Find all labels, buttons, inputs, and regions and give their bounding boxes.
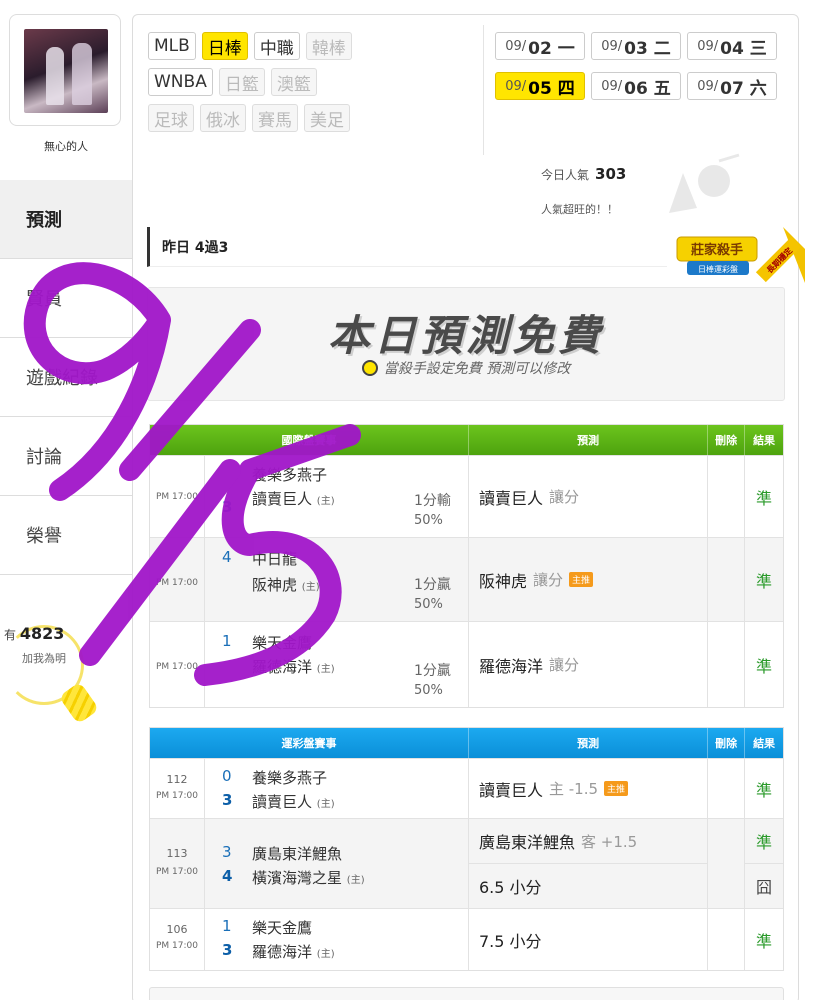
league-wnba[interactable]: WNBA — [148, 68, 213, 96]
league-jp-basketball[interactable]: 日籃 — [218, 68, 265, 96]
result: 準 — [756, 571, 773, 591]
star-decoration-icon — [669, 153, 740, 213]
result: 準 — [756, 780, 773, 800]
sidebar-item-honor[interactable]: 榮譽 — [0, 496, 132, 575]
avatar-image — [24, 29, 108, 113]
league-cpbl[interactable]: 中職 — [253, 32, 300, 60]
username[interactable]: 無心的人 — [0, 138, 132, 154]
table-header: 國際盤賽事 預測 刪除 結果 — [150, 425, 783, 455]
date-0907[interactable]: 09/07 六 — [687, 72, 777, 100]
side-menu: 預測 賢員 遊戲紀錄 討論 榮譽 — [0, 180, 132, 575]
badge-sub: 日棒運彩盤 — [698, 264, 738, 274]
date-0906[interactable]: 09/06 五 — [591, 72, 681, 100]
table-row[interactable]: 113 PM 17:00 3 4 廣島東洋鯉魚 橫濱海灣之星 (主) 廣島東洋鯉… — [150, 818, 783, 908]
delete-cell[interactable] — [708, 538, 746, 621]
popularity: 今日人氣 303 — [541, 165, 627, 183]
league-au-basketball[interactable]: 澳籃 — [270, 68, 317, 96]
league-selector: MLB 日棒 中職 韓棒 WNBA 日籃 澳籃 足球 俄冰 賽馬 美足 — [148, 32, 478, 140]
result: 準 — [756, 931, 773, 951]
sidebar-item-member[interactable]: 賢員 — [0, 259, 132, 338]
result: 準 — [756, 656, 773, 676]
avatar[interactable] — [9, 14, 121, 126]
lottery-table: 運彩盤賽事 預測 刪除 結果 112 PM 17:00 0 3 養樂多燕子 讀賣… — [149, 727, 784, 971]
result-split: 準 囧 — [745, 819, 783, 908]
table-row[interactable]: PM 17:00 1 樂天金鷹 羅德海洋 (主) 1分贏 50% 羅德海洋 讓分 準 — [150, 621, 783, 707]
table-header: 運彩盤賽事 預測 刪除 結果 — [150, 728, 783, 758]
free-prediction-banner: 本日預測免費 當殺手設定免費 預測可以修改 — [147, 287, 785, 401]
badge-title: 莊家殺手 — [691, 242, 743, 258]
date-0902[interactable]: 09/02 一 — [495, 32, 585, 60]
result: 準 — [756, 488, 773, 508]
main-panel: MLB 日棒 中職 韓棒 WNBA 日籃 澳籃 足球 俄冰 賽馬 美足 09/0… — [132, 14, 805, 1000]
sidebar: 無心的人 預測 賢員 遊戲紀錄 討論 榮譽 有 4823 加我為明 — [0, 0, 132, 1000]
delete-cell[interactable] — [708, 819, 746, 908]
league-horse-racing[interactable]: 賽馬 — [252, 104, 298, 132]
date-0903[interactable]: 09/03 二 — [591, 32, 681, 60]
sidebar-item-game-record[interactable]: 遊戲紀錄 — [0, 338, 132, 417]
date-0905[interactable]: 09/05 四 — [495, 72, 585, 100]
banner-title: 本日預測免費 — [327, 311, 604, 360]
league-kbo[interactable]: 韓棒 — [305, 32, 352, 60]
lightbulb-icon — [361, 360, 378, 376]
delete-cell[interactable] — [708, 456, 746, 537]
main-pick-tag: 主推 — [569, 572, 594, 587]
international-table: 國際盤賽事 預測 刪除 結果 PM 17:00 3 養樂多燕子 讀賣巨人 (主)… — [149, 424, 784, 708]
table-row[interactable]: PM 17:00 4 中日龍 阪神虎 (主) 1分贏 50% 阪神虎 讓分 主推 準 — [150, 537, 783, 621]
date-0904[interactable]: 09/04 三 — [687, 32, 777, 60]
delete-cell[interactable] — [708, 759, 746, 818]
league-soccer[interactable]: 足球 — [148, 104, 194, 132]
yesterday-record: 昨日 4過3 — [147, 227, 667, 267]
popularity-note: 人氣超旺的！！ — [541, 203, 618, 216]
table-row[interactable]: 112 PM 17:00 0 3 養樂多燕子 讀賣巨人 (主) 讀賣巨人主 -1… — [150, 758, 783, 818]
fans-widget[interactable]: 有 4823 加我為明 — [0, 610, 132, 725]
sidebar-item-predict[interactable]: 預測 — [0, 180, 132, 259]
delete-cell[interactable] — [708, 909, 746, 970]
league-russian-hockey[interactable]: 俄冰 — [200, 104, 246, 132]
delete-cell[interactable] — [708, 622, 746, 707]
fans-count: 有 4823 — [4, 624, 65, 643]
banner-subtitle: 當殺手設定免費 預測可以修改 — [148, 358, 784, 378]
sidebar-item-discussion[interactable]: 討論 — [0, 417, 132, 496]
main-pick-tag: 主推 — [604, 781, 629, 796]
fans-note: 加我為明 — [22, 652, 66, 665]
league-npb[interactable]: 日棒 — [201, 32, 248, 60]
bottom-panel — [149, 987, 784, 1000]
divider — [483, 25, 484, 155]
league-mlb[interactable]: MLB — [148, 32, 196, 60]
league-american-football[interactable]: 美足 — [304, 104, 350, 132]
table-row[interactable]: PM 17:00 3 養樂多燕子 讀賣巨人 (主) 1分輸 50% 讀賣巨人 讓分 … — [150, 455, 783, 537]
table-row[interactable]: 106 PM 17:00 1 3 樂天金鷹 羅德海洋 (主) 7.5 小分 準 — [150, 908, 783, 970]
date-selector: 09/02 一 09/03 二 09/04 三 09/05 四 09/06 五 … — [495, 32, 785, 112]
